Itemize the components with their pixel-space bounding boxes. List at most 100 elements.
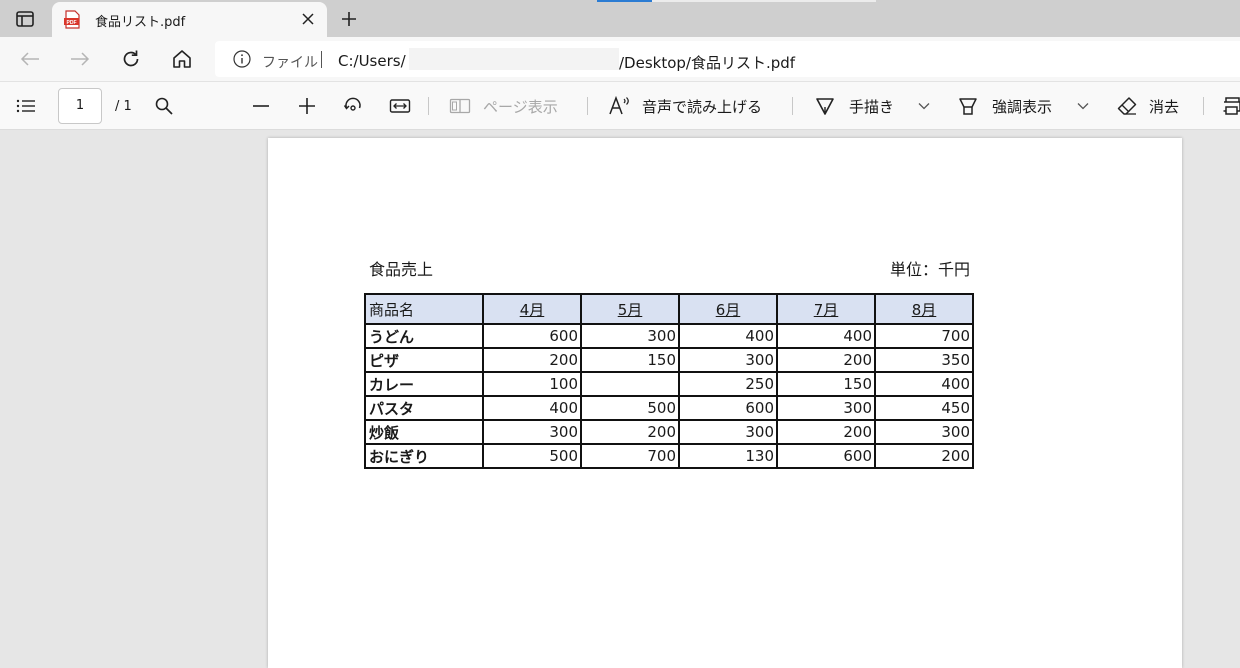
arrow-left-icon <box>20 52 39 66</box>
value-cell: 500 <box>482 443 582 469</box>
draw-label: 手描き <box>849 97 895 116</box>
tab-active[interactable]: PDF 食品リスト.pdf <box>52 2 327 37</box>
column-header-june: 6月 <box>678 293 778 325</box>
tab-close-button[interactable] <box>299 10 317 28</box>
column-header-april: 4月 <box>482 293 582 325</box>
toolbar-separator <box>1203 97 1204 115</box>
value-cell: 150 <box>776 371 876 397</box>
find-button[interactable] <box>155 82 173 130</box>
page-view-icon <box>449 98 471 114</box>
toolbar-separator <box>792 97 793 115</box>
value-cell: 300 <box>874 419 974 445</box>
column-header-august: 8月 <box>874 293 974 325</box>
table-header-row: 商品名 4月 5月 6月 7月 8月 <box>364 293 974 325</box>
column-header-may: 5月 <box>580 293 680 325</box>
back-button[interactable] <box>16 46 44 72</box>
value-cell: 200 <box>580 419 680 445</box>
highlight-options-button[interactable] <box>1077 82 1089 130</box>
svg-text:PDF: PDF <box>67 20 77 26</box>
value-cell: 200 <box>482 347 582 373</box>
plus-icon <box>342 12 356 26</box>
value-cell: 400 <box>776 323 876 349</box>
value-cell: 400 <box>874 371 974 397</box>
value-cell: 300 <box>678 347 778 373</box>
erase-label: 消去 <box>1149 97 1180 116</box>
page-view-label: ページ表示 <box>483 97 558 116</box>
tab-title: 食品リスト.pdf <box>95 15 186 30</box>
document-title: 食品売上 <box>369 260 434 279</box>
toolbar-separator <box>587 97 588 115</box>
refresh-icon <box>123 50 139 67</box>
tab-strip-highlight <box>652 0 876 2</box>
column-header-product: 商品名 <box>364 293 484 325</box>
read-aloud-icon <box>609 96 629 115</box>
pdf-toolbar: 1 / 1 ページ表示 音声で読み上げる 手描き 強調表示 消去 <box>0 81 1240 130</box>
forward-button[interactable] <box>66 46 94 72</box>
chevron-down-icon <box>1077 103 1089 110</box>
value-cell: 300 <box>678 419 778 445</box>
table-row: ピザ 200 150 300 200 350 <box>364 347 974 373</box>
value-cell: 150 <box>580 347 680 373</box>
value-cell: 350 <box>874 347 974 373</box>
tab-strip-accent <box>597 0 652 2</box>
draw-options-button[interactable] <box>918 82 930 130</box>
highlight-button[interactable]: 強調表示 <box>958 82 1052 130</box>
home-icon <box>173 50 191 68</box>
read-aloud-button[interactable]: 音声で読み上げる <box>608 82 762 130</box>
table-row: うどん 600 300 400 400 700 <box>364 323 974 349</box>
product-name-cell: 炒飯 <box>364 419 484 445</box>
value-cell: 100 <box>482 371 582 397</box>
tab-actions-button[interactable] <box>10 6 40 32</box>
fit-width-button[interactable] <box>389 82 411 130</box>
value-cell <box>580 371 680 397</box>
address-bar[interactable]: ファイル C:/Users/ /Desktop/食品リスト.pdf <box>215 41 1240 77</box>
value-cell: 200 <box>874 443 974 469</box>
print-icon <box>1223 97 1240 115</box>
eraser-icon <box>1117 97 1137 115</box>
value-cell: 500 <box>580 395 680 421</box>
value-cell: 700 <box>580 443 680 469</box>
draw-button[interactable]: 手描き <box>815 82 894 130</box>
value-cell: 300 <box>580 323 680 349</box>
table-row: おにぎり 500 700 130 600 200 <box>364 443 974 469</box>
column-header-july: 7月 <box>776 293 876 325</box>
page-view-button[interactable]: ページ表示 <box>449 82 558 130</box>
pdf-icon: PDF <box>64 10 80 29</box>
product-name-cell: おにぎり <box>364 443 484 469</box>
page-total: / 1 <box>115 98 132 114</box>
tab-strip: PDF 食品リスト.pdf <box>0 0 1240 37</box>
value-cell: 450 <box>874 395 974 421</box>
contents-button[interactable] <box>16 82 36 130</box>
rotate-button[interactable] <box>343 82 363 130</box>
value-cell: 200 <box>776 347 876 373</box>
value-cell: 400 <box>678 323 778 349</box>
pen-icon <box>816 98 834 115</box>
minus-icon <box>253 105 269 107</box>
print-button[interactable] <box>1222 82 1240 130</box>
value-cell: 600 <box>776 443 876 469</box>
product-name-cell: カレー <box>364 371 484 397</box>
product-name-cell: ピザ <box>364 347 484 373</box>
value-cell: 600 <box>678 395 778 421</box>
new-tab-button[interactable] <box>336 6 362 32</box>
navigation-bar: ファイル C:/Users/ /Desktop/食品リスト.pdf <box>0 37 1240 81</box>
erase-button[interactable]: 消去 <box>1117 82 1179 130</box>
zoom-in-button[interactable] <box>298 82 316 130</box>
url-suffix: /Desktop/食品リスト.pdf <box>619 54 796 72</box>
read-aloud-label: 音声で読み上げる <box>642 97 763 116</box>
value-cell: 300 <box>482 419 582 445</box>
zoom-out-button[interactable] <box>252 82 270 130</box>
refresh-button[interactable] <box>117 46 145 72</box>
info-icon[interactable] <box>233 50 251 68</box>
file-scheme-label: ファイル <box>262 55 318 71</box>
product-name-cell: パスタ <box>364 395 484 421</box>
value-cell: 250 <box>678 371 778 397</box>
tab-actions-icon <box>16 11 34 27</box>
toolbar-separator <box>428 97 429 115</box>
search-icon <box>155 97 173 115</box>
plus-icon <box>299 98 315 114</box>
home-button[interactable] <box>168 46 196 72</box>
list-icon <box>16 99 35 113</box>
table-row: パスタ 400 500 600 300 450 <box>364 395 974 421</box>
page-number-input[interactable]: 1 <box>58 88 102 124</box>
